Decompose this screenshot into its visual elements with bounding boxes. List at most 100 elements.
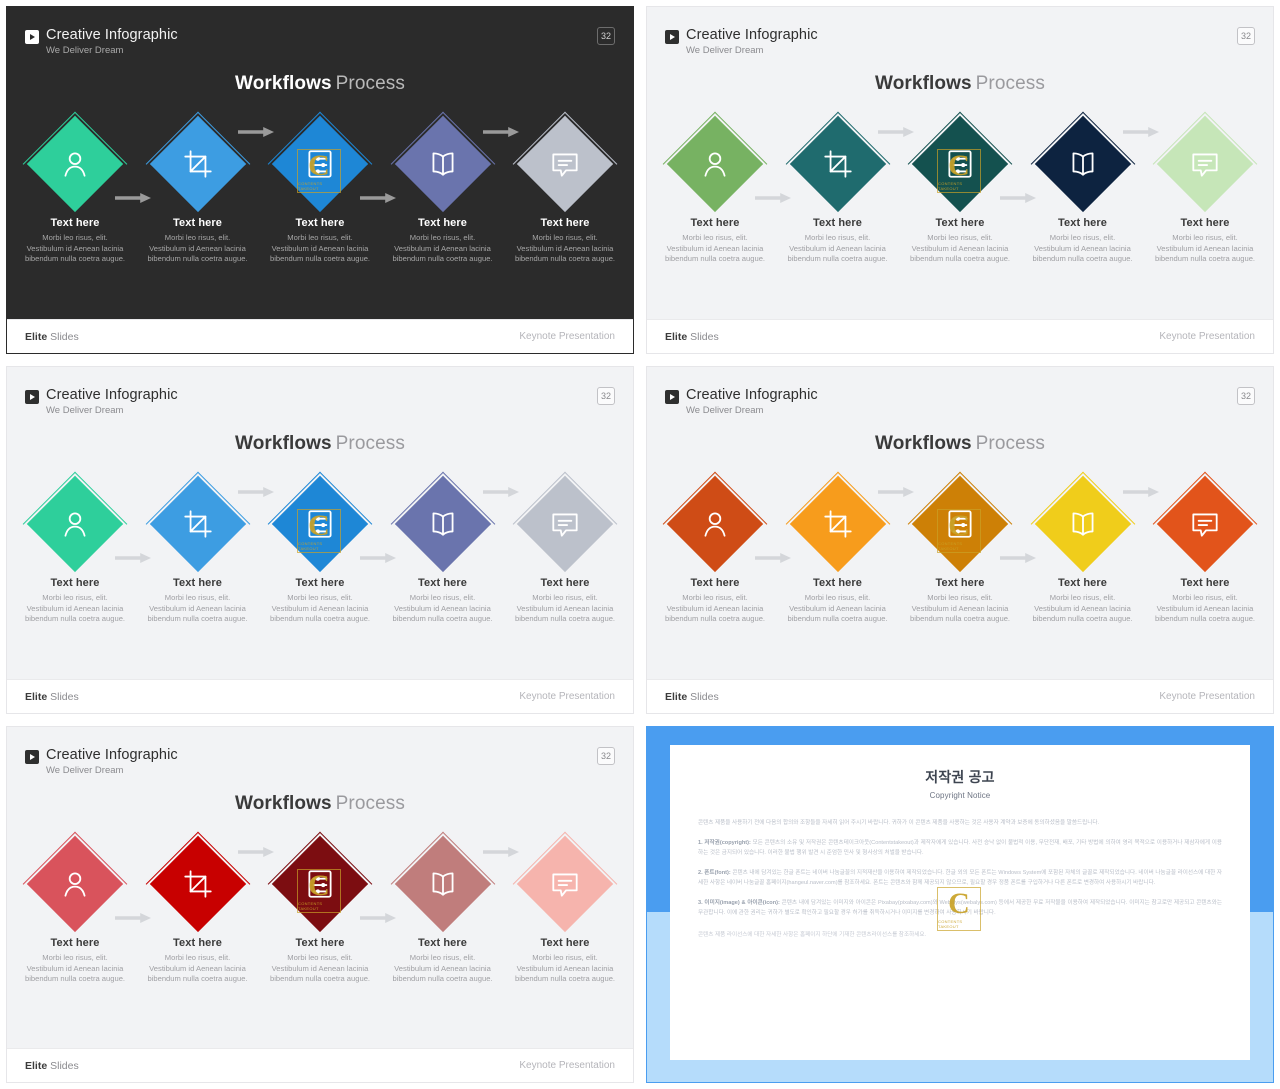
slide-cell-5: Creative Infographic We Deliver Dream 32 Wo… xyxy=(0,720,640,1089)
step-caption: Text here Morbi leo risus, elit. Vestibul… xyxy=(142,937,254,985)
step-caption: Text here Morbi leo risus, elit. Vestibul… xyxy=(1027,217,1139,265)
copyright-paper: 저작권 공고 Copyright Notice 콘텐츠 제품을 사용하기 전에 다음… xyxy=(670,745,1250,1060)
diamond-shape[interactable] xyxy=(782,471,914,577)
workflow-step[interactable]: Text here Morbi leo risus, elit. Vestibul… xyxy=(1149,471,1261,625)
brand-subtitle: We Deliver Dream xyxy=(686,405,764,416)
diamond-shape[interactable] xyxy=(509,111,621,217)
brand-subtitle: We Deliver Dream xyxy=(46,405,124,416)
diamond-shape[interactable] xyxy=(659,111,791,217)
copyright-slide[interactable]: 저작권 공고 Copyright Notice 콘텐츠 제품을 사용하기 전에 다음… xyxy=(646,726,1274,1083)
diamond-shape[interactable] xyxy=(387,471,519,577)
diamond-shape[interactable] xyxy=(509,471,621,577)
copyright-closing: 콘텐츠 제품 라이선스에 대한 자세한 사항은 홈페이지 하단에 기재한 콘텐츠… xyxy=(698,932,927,938)
slide-cell-3: Creative Infographic We Deliver Dream 32 Wo… xyxy=(0,360,640,720)
diamond-shape[interactable]: C CONTENTS TAKEOUT xyxy=(264,831,396,937)
play-icon xyxy=(665,30,679,44)
step-title: Text here xyxy=(935,577,985,589)
diamond-shape[interactable] xyxy=(1027,111,1159,217)
diamond-shape[interactable] xyxy=(782,111,914,217)
presentation-slide[interactable]: Creative Infographic We Deliver Dream 32 Wo… xyxy=(6,6,634,354)
step-body: Morbi leo risus, elit. Vestibulum id Aen… xyxy=(909,233,1011,263)
brand: Creative Infographic We Deliver Dream xyxy=(665,387,818,418)
workflow-step[interactable]: C CONTENTS TAKEOUT Text here Morbi leo risu… xyxy=(264,471,396,625)
workflow-step[interactable]: Text here Morbi leo risus, elit. Vestibul… xyxy=(387,831,519,985)
workflow-step[interactable]: C CONTENTS TAKEOUT Text here Morbi leo risu… xyxy=(904,111,1036,265)
workflow-step[interactable]: Text here Morbi leo risus, elit. Vestibul… xyxy=(1149,111,1261,265)
footer-brand-light: Slides xyxy=(690,690,719,703)
crop-icon xyxy=(821,147,855,181)
diamond-shape[interactable] xyxy=(19,831,151,937)
workflow-step[interactable]: Text here Morbi leo risus, elit. Vestibul… xyxy=(782,471,914,625)
workflow-step[interactable]: Text here Morbi leo risus, elit. Vestibul… xyxy=(509,111,621,265)
diamond-shape[interactable] xyxy=(387,831,519,937)
step-body: Morbi leo risus, elit. Vestibulum id Aen… xyxy=(269,233,371,263)
diamond-shape[interactable] xyxy=(387,111,519,217)
step-caption: Text here Morbi leo risus, elit. Vestibul… xyxy=(782,577,894,625)
chat-icon xyxy=(548,147,582,181)
diamond-shape[interactable] xyxy=(509,831,621,937)
diamond-shape[interactable]: C CONTENTS TAKEOUT xyxy=(904,111,1036,217)
user-icon xyxy=(698,507,732,541)
diamond-shape[interactable] xyxy=(142,471,274,577)
workflow-step[interactable]: Text here Morbi leo risus, elit. Vestibul… xyxy=(19,831,151,985)
step-body: Morbi leo risus, elit. Vestibulum id Aen… xyxy=(787,233,888,263)
workflow-step[interactable]: Text here Morbi leo risus, elit. Vestibul… xyxy=(659,111,791,265)
workflow-step[interactable]: C CONTENTS TAKEOUT Text here Morbi leo risu… xyxy=(904,471,1036,625)
workflow-step[interactable]: Text here Morbi leo risus, elit. Vestibul… xyxy=(19,111,151,265)
workflow-step[interactable]: Text here Morbi leo risus, elit. Vestibul… xyxy=(509,831,621,985)
slide-cell-1: Creative Infographic We Deliver Dream 32 Wo… xyxy=(0,0,640,360)
workflow-step[interactable]: Text here Morbi leo risus, elit. Vestibul… xyxy=(142,111,274,265)
slide-cell-4: Creative Infographic We Deliver Dream 32 Wo… xyxy=(640,360,1280,720)
diamond-shape[interactable] xyxy=(1027,471,1159,577)
play-icon xyxy=(25,750,39,764)
workflow-step[interactable]: Text here Morbi leo risus, elit. Vestibul… xyxy=(142,471,274,625)
workflow-step[interactable]: Text here Morbi leo risus, elit. Vestibul… xyxy=(387,111,519,265)
step-caption: Text here Morbi leo risus, elit. Vestibul… xyxy=(1149,217,1261,265)
workflow-step[interactable]: Text here Morbi leo risus, elit. Vestibul… xyxy=(782,111,914,265)
workflow-step[interactable]: Text here Morbi leo risus, elit. Vestibul… xyxy=(659,471,791,625)
slide-footer: Elite Slides Keynote Presentation xyxy=(647,319,1273,353)
diamond-shape[interactable] xyxy=(142,831,274,937)
presentation-slide[interactable]: Creative Infographic We Deliver Dream 32 Wo… xyxy=(646,6,1274,354)
workflow-step[interactable]: Text here Morbi leo risus, elit. Vestibul… xyxy=(142,831,274,985)
slide-cell-6-copyright: 저작권 공고 Copyright Notice 콘텐츠 제품을 사용하기 전에 다음… xyxy=(640,720,1280,1089)
page-number-badge: 32 xyxy=(597,747,615,765)
presentation-slide[interactable]: Creative Infographic We Deliver Dream 32 Wo… xyxy=(646,366,1274,714)
step-caption: Text here Morbi leo risus, elit. Vestibul… xyxy=(904,577,1016,625)
workflow-step[interactable]: Text here Morbi leo risus, elit. Vestibul… xyxy=(387,471,519,625)
chat-icon xyxy=(548,507,582,541)
slide-body: Creative Infographic We Deliver Dream 32 Wo… xyxy=(7,367,633,679)
slide-cell-2: Creative Infographic We Deliver Dream 32 Wo… xyxy=(640,0,1280,360)
diamond-shape[interactable] xyxy=(19,471,151,577)
step-caption: Text here Morbi leo risus, elit. Vestibul… xyxy=(509,577,621,625)
brand-title: Creative Infographic xyxy=(686,387,818,403)
diamond-shape[interactable] xyxy=(659,471,791,577)
footer-brand: Elite Slides xyxy=(665,691,719,703)
diamond-shape[interactable] xyxy=(142,111,274,217)
footer-brand: Elite Slides xyxy=(665,331,719,343)
diamond-shape[interactable] xyxy=(1149,471,1261,577)
workflow-step[interactable]: Text here Morbi leo risus, elit. Vestibul… xyxy=(19,471,151,625)
diamond-shape[interactable] xyxy=(1149,111,1261,217)
book-icon xyxy=(426,147,460,181)
presentation-slide[interactable]: Creative Infographic We Deliver Dream 32 Wo… xyxy=(6,366,634,714)
step-title: Text here xyxy=(295,217,345,229)
workflow-step[interactable]: C CONTENTS TAKEOUT Text here Morbi leo risu… xyxy=(264,831,396,985)
slide-body: Creative Infographic We Deliver Dream 32 Wo… xyxy=(7,727,633,1048)
step-body: Morbi leo risus, elit. Vestibulum id Aen… xyxy=(514,233,616,263)
presentation-slide[interactable]: Creative Infographic We Deliver Dream 32 Wo… xyxy=(6,726,634,1083)
diamond-shape[interactable] xyxy=(19,111,151,217)
diamond-shape[interactable]: C CONTENTS TAKEOUT xyxy=(264,111,396,217)
workflow-step[interactable]: C CONTENTS TAKEOUT Text here Morbi leo risu… xyxy=(264,111,396,265)
brand-title: Creative Infographic xyxy=(46,747,178,763)
step-title: Text here xyxy=(690,577,740,589)
workflow-step[interactable]: Text here Morbi leo risus, elit. Vestibul… xyxy=(1027,111,1159,265)
step-title: Text here xyxy=(540,937,590,949)
workflow-step[interactable]: Text here Morbi leo risus, elit. Vestibul… xyxy=(1027,471,1159,625)
user-icon xyxy=(58,867,92,901)
footer-brand-light: Slides xyxy=(50,1059,79,1072)
workflow-step[interactable]: Text here Morbi leo risus, elit. Vestibul… xyxy=(509,471,621,625)
diamond-shape[interactable]: C CONTENTS TAKEOUT xyxy=(904,471,1036,577)
diamond-shape[interactable]: C CONTENTS TAKEOUT xyxy=(264,471,396,577)
page-title-light: Process xyxy=(975,433,1045,454)
